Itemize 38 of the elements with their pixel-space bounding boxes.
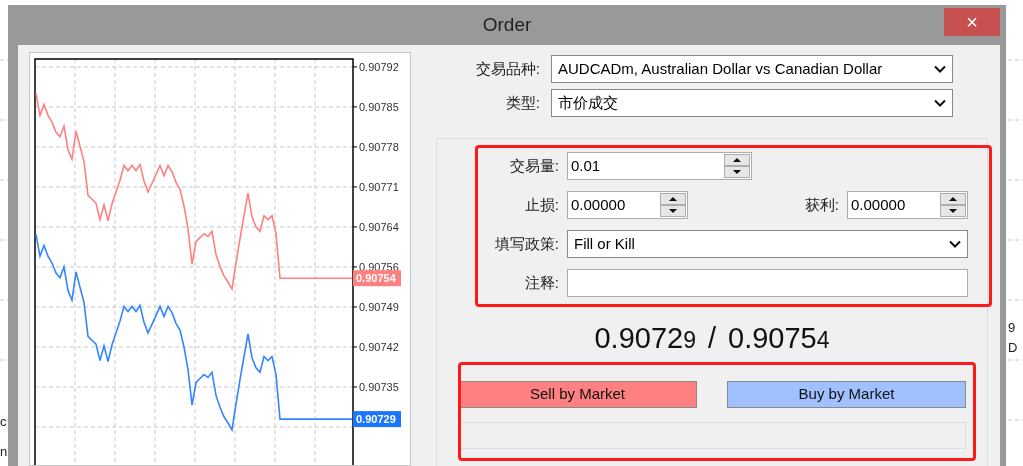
field-label: 注释: bbox=[523, 272, 559, 293]
chevron-down-icon bbox=[934, 99, 946, 107]
chevron-down-icon bbox=[934, 65, 946, 73]
spin-arrows-icon[interactable] bbox=[660, 193, 686, 217]
ask-price: 0.90754 bbox=[728, 321, 830, 356]
close-button[interactable]: × bbox=[944, 8, 1000, 36]
symbol-dropdown[interactable]: AUDCADm, Australian Dollar vs Canadian Dollar bbox=[551, 55, 953, 83]
price-separator: / bbox=[707, 321, 717, 356]
stop-loss-spinner[interactable]: 0.00000 bbox=[567, 191, 688, 219]
field-label: 交易品种: bbox=[474, 58, 540, 79]
buy-button[interactable]: Buy by Market bbox=[727, 380, 966, 408]
field-label: 填写政策: bbox=[493, 233, 559, 254]
price-tag: 0.90754 bbox=[353, 270, 401, 287]
axis-tick-label: 0.90735 bbox=[359, 381, 399, 393]
field-label: 止损: bbox=[523, 194, 559, 215]
spin-arrows-icon[interactable] bbox=[724, 154, 750, 178]
chevron-down-icon bbox=[949, 240, 961, 248]
axis-tick-label: 0.90778 bbox=[359, 140, 399, 153]
axis-tick-label: 0.90792 bbox=[359, 60, 399, 73]
price-tag: 0.90729 bbox=[353, 411, 401, 428]
axis-tick-label: 0.90742 bbox=[359, 340, 399, 353]
field-label: 交易量: bbox=[508, 155, 559, 176]
type-dropdown[interactable]: 市价成交 bbox=[551, 89, 953, 117]
axis-tick-label: 0.90764 bbox=[359, 220, 399, 233]
spin-arrows-icon[interactable] bbox=[940, 193, 966, 217]
fill-policy-dropdown[interactable]: Fill or Kill bbox=[567, 230, 968, 258]
take-profit-spinner[interactable]: 0.00000 bbox=[847, 191, 968, 219]
axis-tick-label: 0.90756 bbox=[359, 260, 399, 273]
field-label: 获利: bbox=[804, 194, 839, 215]
field-label: 类型: bbox=[504, 92, 540, 113]
bid-price: 0.90729 bbox=[594, 321, 696, 356]
comment-field[interactable] bbox=[567, 269, 968, 297]
window-title: Order bbox=[482, 12, 532, 37]
volume-spinner[interactable]: 0.01 bbox=[567, 152, 752, 180]
axis-tick-label: 0.90749 bbox=[359, 300, 399, 313]
axis-tick-label: 0.90771 bbox=[359, 180, 399, 193]
sell-button[interactable]: Sell by Market bbox=[458, 380, 697, 408]
axis-tick-label: 0.90785 bbox=[359, 100, 399, 113]
